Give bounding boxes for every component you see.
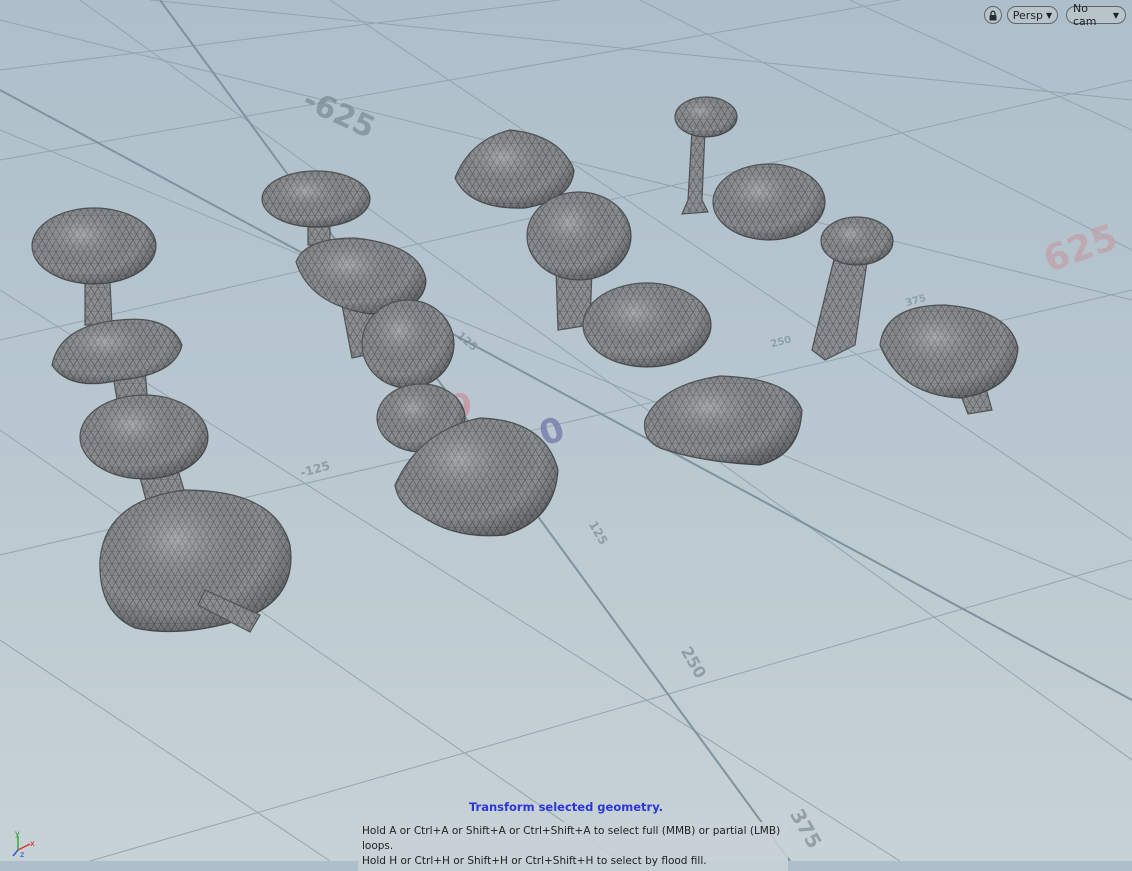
grid-label: 125 (586, 518, 611, 547)
mushroom-mesh[interactable] (261, 170, 371, 246)
grid-label: 125 (454, 329, 480, 354)
scene-canvas[interactable]: -625 625 0 0 -125 125 125 250 375 -250 2… (0, 0, 1132, 861)
grid-label: -625 (297, 82, 380, 145)
grid-label: 250 (770, 334, 793, 350)
mushroom-mesh[interactable] (51, 318, 183, 406)
axis-gizmo: y x z (12, 829, 35, 858)
lock-view-button[interactable] (984, 6, 1002, 24)
mushroom-mesh[interactable] (99, 489, 292, 633)
axis-label-x: x (30, 839, 35, 848)
lock-icon (989, 10, 997, 20)
mushroom-mesh[interactable] (361, 299, 455, 389)
tool-hint-line: Hold H or Ctrl+H or Shift+H or Ctrl+Shif… (362, 855, 707, 867)
chevron-down-icon: ▼ (1046, 10, 1053, 20)
view-mode-label: Persp (1012, 8, 1044, 22)
camera-label: No cam (1073, 2, 1097, 28)
3d-viewport[interactable]: -625 625 0 0 -125 125 125 250 375 -250 2… (0, 0, 1132, 871)
mushroom-mesh[interactable] (712, 163, 826, 241)
tool-hint-line: Hold A or Ctrl+A or Shift+A or Ctrl+Shif… (362, 825, 781, 852)
camera-dropdown[interactable]: No cam ▼ (1066, 2, 1126, 28)
grid-label: 250 (677, 643, 710, 681)
mushroom-mesh[interactable] (643, 375, 803, 466)
tool-hint-box: Hold A or Ctrl+A or Shift+A or Ctrl+Shif… (358, 822, 788, 871)
grid-label: -125 (299, 459, 332, 480)
tool-status-title: Transform selected geometry. (468, 800, 664, 814)
mushroom-mesh[interactable] (582, 282, 712, 368)
chevron-down-icon: ▼ (1112, 10, 1119, 20)
mushroom-mesh[interactable] (879, 304, 1019, 415)
view-mode-dropdown[interactable]: Persp ▼ (1007, 6, 1058, 24)
axis-label-y: y (15, 829, 20, 838)
grid-label: 625 (1038, 217, 1123, 281)
mushroom-mesh[interactable] (31, 207, 157, 326)
axis-label-z: z (20, 850, 24, 858)
